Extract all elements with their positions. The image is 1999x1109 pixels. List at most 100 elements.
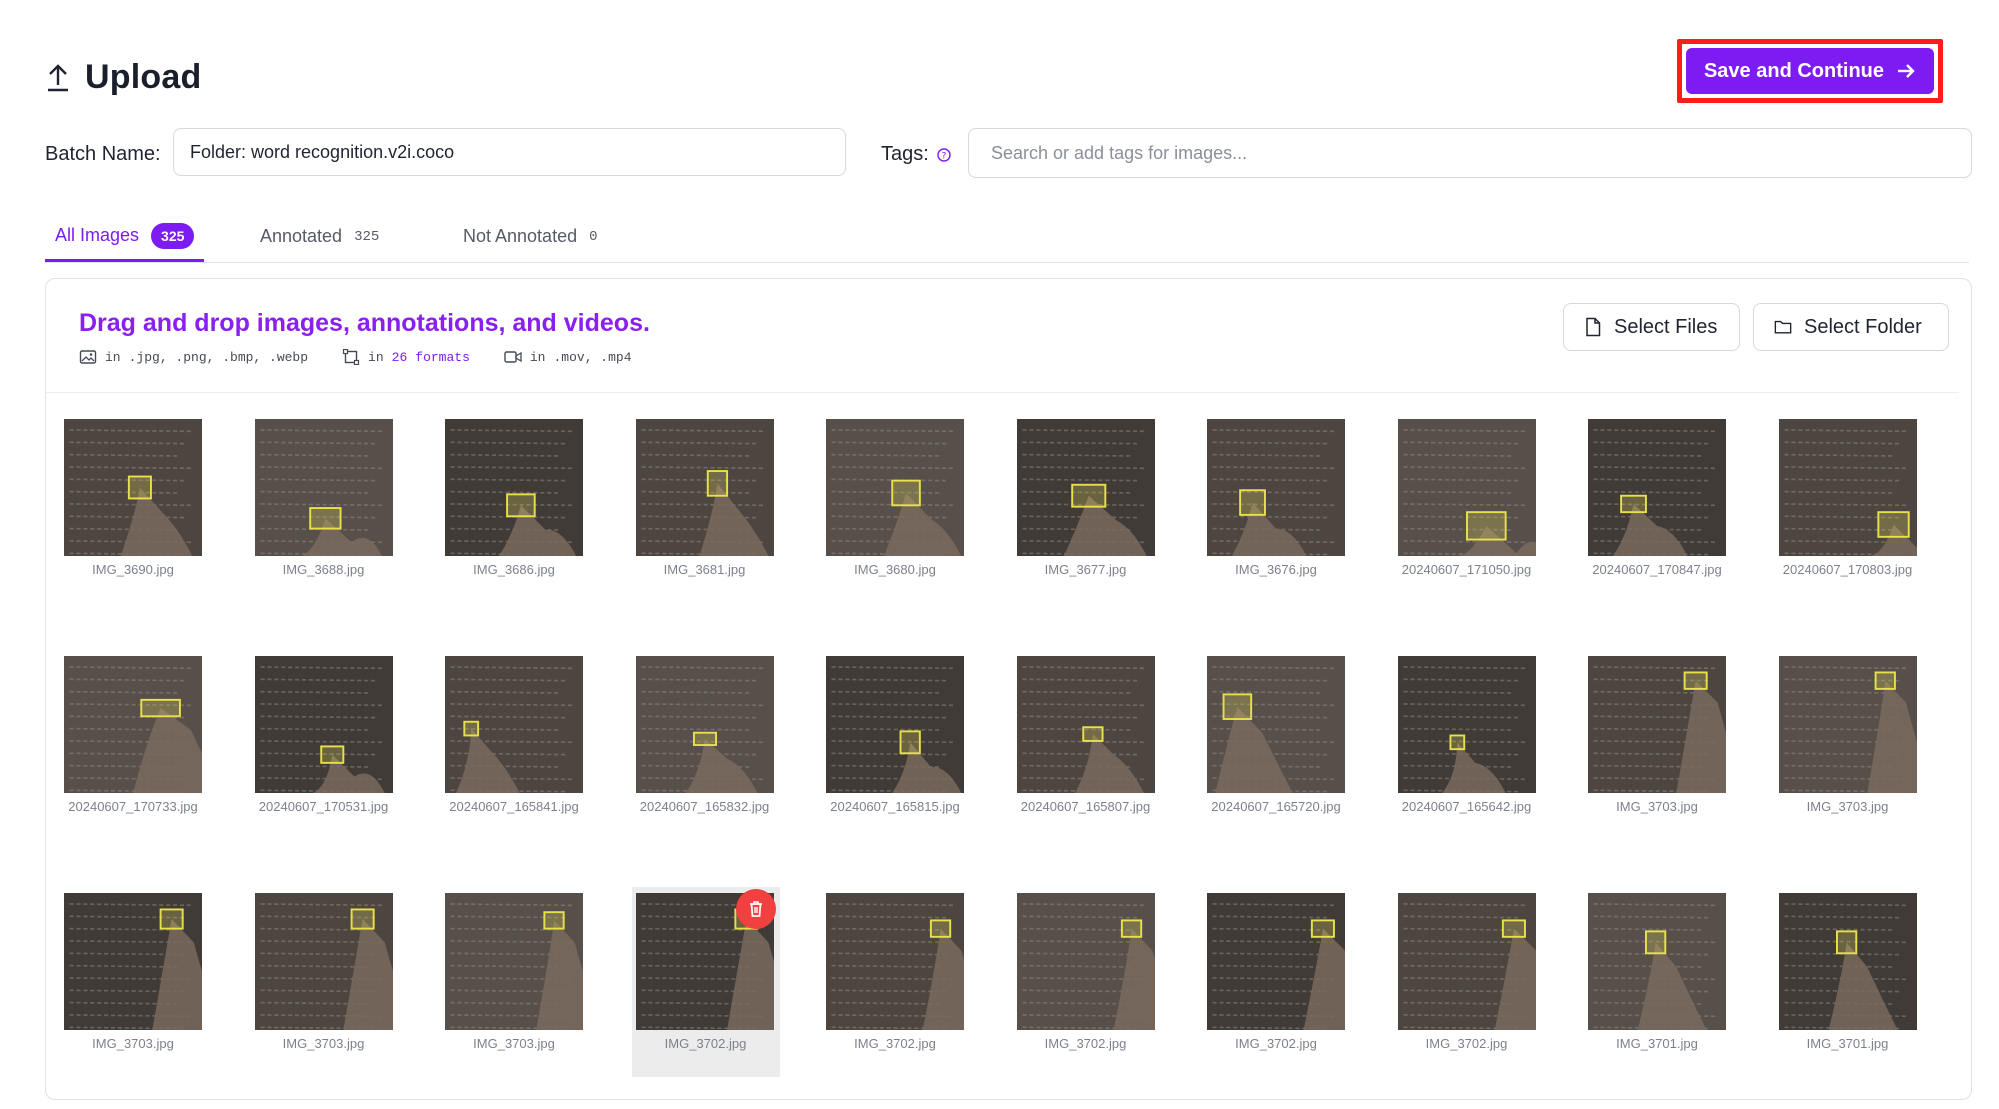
thumbnail-image	[1778, 656, 1917, 793]
folder-icon	[1774, 320, 1792, 334]
select-folder-button[interactable]: Select Folder	[1753, 303, 1949, 351]
image-thumbnail[interactable]: IMG_3701.jpg	[1570, 893, 1730, 1068]
image-thumbnail[interactable]: 20240607_165841.jpg	[427, 656, 587, 831]
thumbnail-filename: 20240607_165841.jpg	[449, 799, 579, 814]
select-folder-label: Select Folder	[1804, 315, 1922, 338]
image-thumbnail[interactable]: IMG_3702.jpg	[999, 893, 1159, 1068]
thumbnail-image	[1207, 656, 1345, 793]
thumbnail-filename: IMG_3703.jpg	[1806, 799, 1889, 814]
thumbnail-image	[826, 893, 964, 1030]
page-title: Upload	[85, 58, 202, 96]
thumbnail-image	[826, 419, 964, 556]
image-thumbnail[interactable]: IMG_3686.jpg	[427, 419, 587, 594]
thumbnail-image	[826, 656, 964, 793]
thumbnail-image	[1397, 656, 1536, 793]
image-thumbnail[interactable]: 20240607_165832.jpg	[618, 656, 778, 831]
image-thumbnail[interactable]: IMG_3676.jpg	[1189, 419, 1349, 594]
thumbnail-image	[1778, 419, 1917, 556]
tab-annotated[interactable]: Annotated 325	[260, 212, 379, 261]
format-images: in .jpg, .png, .bmp, .webp	[79, 349, 308, 365]
image-thumbnail[interactable]: IMG_3702.jpg	[631, 887, 780, 1077]
delete-image-button[interactable]	[735, 889, 776, 929]
supported-formats: in .jpg, .png, .bmp, .webp in 26 formats…	[79, 349, 632, 365]
image-thumbnail[interactable]: 20240607_171050.jpg	[1380, 419, 1540, 594]
thumbnail-filename: 20240607_165815.jpg	[830, 799, 960, 814]
thumbnail-filename: IMG_3690.jpg	[92, 562, 174, 577]
image-thumbnail[interactable]: 20240607_170847.jpg	[1570, 419, 1730, 594]
image-thumbnail[interactable]: 20240607_165815.jpg	[808, 656, 968, 831]
image-thumbnail[interactable]: IMG_3690.jpg	[46, 419, 206, 594]
dropzone-title: Drag and drop images, annotations, and v…	[79, 309, 650, 337]
save-and-continue-button[interactable]: Save and Continue	[1685, 48, 1934, 94]
thumbnail-filename: IMG_3703.jpg	[92, 1036, 174, 1051]
batch-name-input[interactable]	[173, 128, 846, 176]
thumbnail-filename: IMG_3703.jpg	[473, 1036, 555, 1051]
thumbnail-image	[64, 419, 202, 556]
thumbnail-filename: IMG_3703.jpg	[1616, 799, 1698, 814]
image-thumbnail[interactable]: IMG_3681.jpg	[618, 419, 778, 594]
thumbnail-image	[1588, 656, 1726, 793]
image-thumbnail[interactable]: IMG_3677.jpg	[999, 419, 1159, 594]
thumbnail-filename: IMG_3680.jpg	[854, 562, 936, 577]
format-prefix: in	[368, 349, 384, 365]
image-thumbnail[interactable]: IMG_3702.jpg	[808, 893, 968, 1068]
image-icon	[79, 350, 97, 364]
thumbnail-image	[635, 419, 774, 556]
format-prefix: in	[529, 349, 546, 365]
format-videos: in .mov, .mp4	[504, 349, 632, 365]
batch-tags-row: Batch Name: Tags: ?	[45, 128, 1972, 180]
image-thumbnail[interactable]: IMG_3703.jpg	[237, 893, 397, 1068]
image-thumbnail[interactable]: 20240607_165720.jpg	[1189, 656, 1349, 831]
thumbnail-filename: 20240607_170847.jpg	[1592, 562, 1722, 577]
image-thumbnail[interactable]: 20240607_165642.jpg	[1380, 656, 1540, 831]
select-files-button[interactable]: Select Files	[1563, 303, 1740, 351]
upload-icon	[48, 63, 68, 91]
image-thumbnail[interactable]: 20240607_170733.jpg	[46, 656, 206, 831]
thumbnail-image	[445, 419, 583, 556]
thumbnail-image	[1207, 419, 1345, 556]
thumbnail-image	[1588, 419, 1726, 556]
svg-text:?: ?	[941, 151, 946, 161]
help-icon[interactable]: ?	[937, 147, 951, 162]
image-thumbnail[interactable]: IMG_3703.jpg	[46, 893, 206, 1068]
tab-label: Annotated	[260, 226, 343, 246]
image-thumbnail[interactable]: 20240607_165807.jpg	[999, 656, 1159, 831]
thumbnail-image	[254, 656, 393, 793]
image-thumbnail[interactable]: IMG_3703.jpg	[427, 893, 587, 1068]
tab-all-images[interactable]: All Images 325	[45, 212, 205, 262]
thumbnail-image	[64, 893, 202, 1030]
image-grid: IMG_3690.jpg IMG_3688.jpg IMG_3686.jpg I…	[46, 419, 1971, 1109]
tags-label-text: Tags:	[881, 143, 929, 165]
thumbnail-image	[1016, 419, 1155, 556]
thumbnail-filename: IMG_3681.jpg	[663, 562, 746, 577]
tab-not-annotated[interactable]: Not Annotated 0	[463, 212, 598, 261]
thumbnail-image	[635, 656, 774, 793]
image-thumbnail[interactable]: IMG_3680.jpg	[808, 419, 968, 594]
thumbnail-filename: IMG_3686.jpg	[473, 562, 555, 577]
thumbnail-image	[1016, 893, 1155, 1030]
image-thumbnail[interactable]: IMG_3702.jpg	[1189, 893, 1349, 1068]
tab-label: All Images	[55, 225, 140, 245]
image-thumbnail[interactable]: IMG_3703.jpg	[1761, 656, 1921, 831]
thumbnail-image	[1397, 419, 1536, 556]
format-annotations: in 26 formats	[342, 349, 470, 365]
image-thumbnail[interactable]: IMG_3703.jpg	[1570, 656, 1730, 831]
save-button-label: Save and Continue	[1703, 59, 1884, 82]
image-thumbnail[interactable]: 20240607_170803.jpg	[1761, 419, 1921, 594]
file-icon	[1586, 317, 1601, 337]
tags-search-input[interactable]	[968, 128, 1972, 178]
tab-count: 325	[354, 228, 380, 245]
thumbnail-filename: 20240607_170803.jpg	[1782, 562, 1913, 577]
thumbnail-filename: 20240607_165807.jpg	[1020, 799, 1151, 814]
image-thumbnail[interactable]: IMG_3688.jpg	[237, 419, 397, 594]
image-thumbnail[interactable]: IMG_3702.jpg	[1380, 893, 1540, 1068]
thumbnail-image	[1588, 893, 1726, 1030]
image-thumbnail[interactable]: 20240607_170531.jpg	[237, 656, 397, 831]
thumbnail-filename: IMG_3702.jpg	[854, 1036, 936, 1051]
dropzone-panel[interactable]: Drag and drop images, annotations, and v…	[45, 278, 1972, 1100]
image-thumbnail[interactable]: IMG_3701.jpg	[1761, 893, 1921, 1068]
thumbnail-filename: IMG_3702.jpg	[664, 1036, 747, 1051]
thumbnail-image	[1207, 893, 1345, 1030]
tab-count-badge: 325	[151, 222, 195, 249]
thumbnail-filename: 20240607_165832.jpg	[639, 799, 770, 814]
